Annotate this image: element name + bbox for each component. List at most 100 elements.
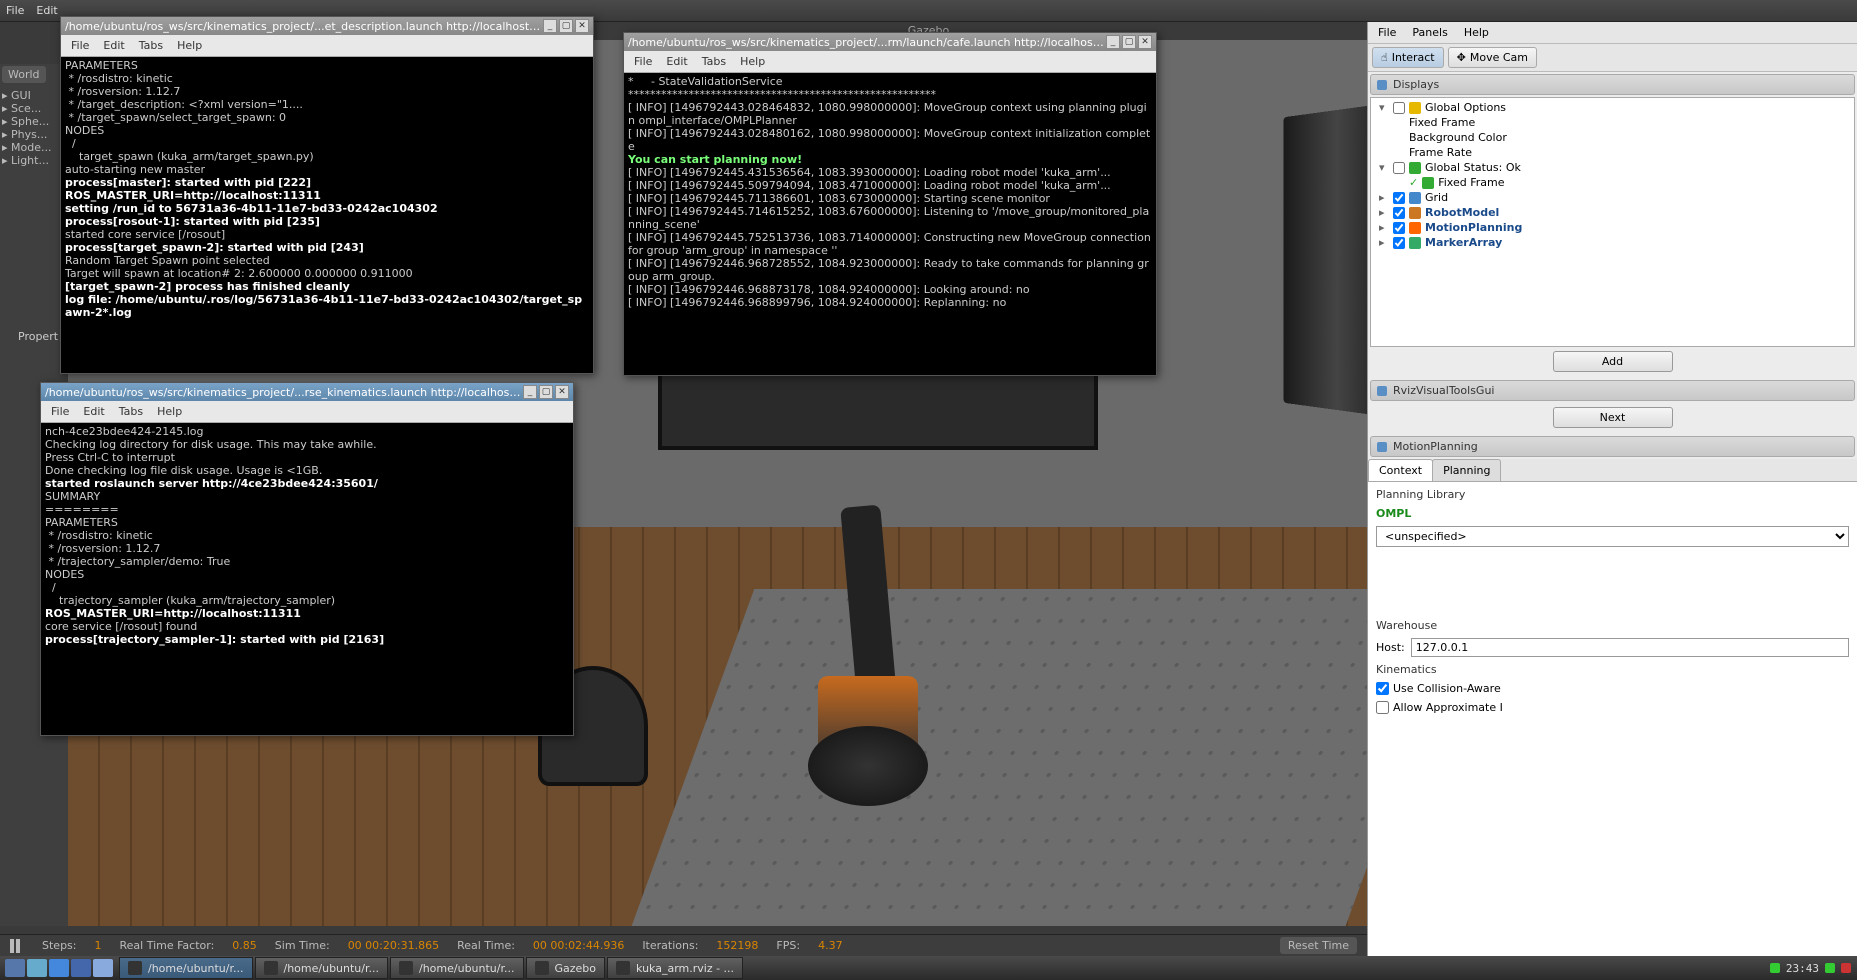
- display-checkbox[interactable]: [1393, 237, 1405, 249]
- maximize-icon[interactable]: ▢: [559, 19, 573, 33]
- term-edit[interactable]: Edit: [666, 55, 687, 68]
- gazebo-tree-item[interactable]: ▸ Phys...: [2, 128, 66, 141]
- taskbar-item[interactable]: /home/ubuntu/r...: [255, 957, 389, 979]
- display-checkbox[interactable]: [1393, 207, 1405, 219]
- term2-titlebar[interactable]: /home/ubuntu/ros_ws/src/kinematics_proje…: [41, 383, 573, 401]
- launcher-icon[interactable]: [93, 959, 113, 977]
- expand-icon[interactable]: ▾: [1379, 101, 1389, 114]
- launcher-icon[interactable]: [27, 959, 47, 977]
- display-item[interactable]: ▸Grid: [1373, 190, 1852, 205]
- pause-icon[interactable]: [10, 939, 24, 953]
- term1-output[interactable]: PARAMETERS * /rosdistro: kinetic * /rosv…: [61, 57, 593, 373]
- term-help[interactable]: Help: [177, 39, 202, 52]
- collision-check[interactable]: [1376, 682, 1389, 695]
- display-label: RobotModel: [1425, 206, 1499, 219]
- display-checkbox[interactable]: [1393, 102, 1405, 114]
- display-item[interactable]: ✓Fixed Frame: [1373, 175, 1852, 190]
- term3-output[interactable]: * - StateValidationService**************…: [624, 73, 1156, 375]
- term-edit[interactable]: Edit: [83, 405, 104, 418]
- collision-aware-checkbox[interactable]: Use Collision-Aware: [1376, 682, 1849, 695]
- taskbar-item[interactable]: /home/ubuntu/r...: [390, 957, 524, 979]
- interact-button[interactable]: ☝ Interact: [1372, 47, 1444, 68]
- term2-output[interactable]: nch-4ce23bdee424-2145.logChecking log di…: [41, 423, 573, 735]
- displays-tree[interactable]: ▾Global OptionsFixed FrameBackground Col…: [1370, 97, 1855, 347]
- terminal-line: * /rosdistro: kinetic: [65, 72, 589, 85]
- gazebo-world-tab[interactable]: World: [2, 66, 46, 83]
- minimize-icon[interactable]: _: [523, 385, 537, 399]
- reset-time-button[interactable]: Reset Time: [1280, 937, 1357, 954]
- term3-titlebar[interactable]: /home/ubuntu/ros_ws/src/kinematics_proje…: [624, 33, 1156, 51]
- term-file[interactable]: File: [71, 39, 89, 52]
- gazebo-tree-item[interactable]: ▸ Light...: [2, 154, 66, 167]
- planner-select[interactable]: <unspecified>: [1376, 526, 1849, 547]
- mp-body: Planning Library OMPL <unspecified> Ware…: [1368, 482, 1857, 956]
- term-help[interactable]: Help: [740, 55, 765, 68]
- status-led-red[interactable]: [1841, 963, 1851, 973]
- term-file[interactable]: File: [51, 405, 69, 418]
- display-item[interactable]: ▾Global Status: Ok: [1373, 160, 1852, 175]
- minimize-icon[interactable]: _: [1106, 35, 1120, 49]
- gazebo-tree-item[interactable]: ▸ Mode...: [2, 141, 66, 154]
- display-checkbox[interactable]: [1393, 162, 1405, 174]
- terminal-line: * /rosversion: 1.12.7: [65, 85, 589, 98]
- terminal-window-1[interactable]: /home/ubuntu/ros_ws/src/kinematics_proje…: [60, 16, 594, 374]
- launcher-icon[interactable]: [71, 959, 91, 977]
- gazebo-tree-item[interactable]: ▸ GUI: [2, 89, 66, 102]
- next-button[interactable]: Next: [1553, 407, 1673, 428]
- rviz-visual-tools-header[interactable]: RvizVisualToolsGui: [1370, 380, 1855, 401]
- term-edit[interactable]: Edit: [103, 39, 124, 52]
- display-item[interactable]: Background Color: [1373, 130, 1852, 145]
- minimize-icon[interactable]: _: [543, 19, 557, 33]
- tab-planning[interactable]: Planning: [1432, 459, 1501, 481]
- expand-icon[interactable]: ▾: [1379, 161, 1389, 174]
- displays-header[interactable]: Displays: [1370, 74, 1855, 95]
- gazebo-status-bar: Steps: 1 Real Time Factor: 0.85 Sim Time…: [0, 934, 1367, 956]
- close-icon[interactable]: ✕: [555, 385, 569, 399]
- display-item[interactable]: ▸ RobotModel: [1373, 205, 1852, 220]
- taskbar-item[interactable]: Gazebo: [526, 957, 606, 979]
- close-icon[interactable]: ✕: [575, 19, 589, 33]
- term-file[interactable]: File: [634, 55, 652, 68]
- rviz-panels[interactable]: Panels: [1412, 26, 1447, 39]
- rviz-file[interactable]: File: [1378, 26, 1396, 39]
- menu-edit[interactable]: Edit: [36, 4, 57, 17]
- rviz-help[interactable]: Help: [1464, 26, 1489, 39]
- motion-planning-header[interactable]: MotionPlanning: [1370, 436, 1855, 457]
- display-item[interactable]: ▾Global Options: [1373, 100, 1852, 115]
- term-help[interactable]: Help: [157, 405, 182, 418]
- display-item[interactable]: ▸MotionPlanning: [1373, 220, 1852, 235]
- term-tabs[interactable]: Tabs: [702, 55, 726, 68]
- maximize-icon[interactable]: ▢: [539, 385, 553, 399]
- maximize-icon[interactable]: ▢: [1122, 35, 1136, 49]
- gazebo-tree-item[interactable]: ▸ Sce...: [2, 102, 66, 115]
- launcher-icon[interactable]: [5, 959, 25, 977]
- host-input[interactable]: [1411, 638, 1849, 657]
- display-checkbox[interactable]: [1393, 222, 1405, 234]
- expand-icon[interactable]: ▸: [1379, 206, 1389, 219]
- menu-file[interactable]: File: [6, 4, 24, 17]
- system-tray: 23:43: [1764, 962, 1857, 975]
- term-tabs[interactable]: Tabs: [119, 405, 143, 418]
- display-item[interactable]: Frame Rate: [1373, 145, 1852, 160]
- gazebo-tree-item[interactable]: ▸ Sphe...: [2, 115, 66, 128]
- expand-icon[interactable]: ▸: [1379, 236, 1389, 249]
- term1-titlebar[interactable]: /home/ubuntu/ros_ws/src/kinematics_proje…: [61, 17, 593, 35]
- display-checkbox[interactable]: [1393, 192, 1405, 204]
- tab-context[interactable]: Context: [1368, 459, 1433, 481]
- approx-ik-checkbox[interactable]: Allow Approximate I: [1376, 701, 1849, 714]
- terminal-window-2[interactable]: /home/ubuntu/ros_ws/src/kinematics_proje…: [40, 382, 574, 736]
- terminal-window-3[interactable]: /home/ubuntu/ros_ws/src/kinematics_proje…: [623, 32, 1157, 376]
- gazebo-world-tree[interactable]: ▸ GUI▸ Sce...▸ Sphe...▸ Phys...▸ Mode...…: [0, 85, 68, 171]
- approx-check[interactable]: [1376, 701, 1389, 714]
- taskbar-item[interactable]: kuka_arm.rviz - ...: [607, 957, 743, 979]
- move-camera-button[interactable]: ✥ Move Cam: [1448, 47, 1537, 68]
- display-item[interactable]: Fixed Frame: [1373, 115, 1852, 130]
- launcher-icon[interactable]: [49, 959, 69, 977]
- term-tabs[interactable]: Tabs: [139, 39, 163, 52]
- taskbar-item[interactable]: /home/ubuntu/r...: [119, 957, 253, 979]
- close-icon[interactable]: ✕: [1138, 35, 1152, 49]
- display-item[interactable]: ▸MarkerArray: [1373, 235, 1852, 250]
- add-button[interactable]: Add: [1553, 351, 1673, 372]
- expand-icon[interactable]: ▸: [1379, 191, 1389, 204]
- expand-icon[interactable]: ▸: [1379, 221, 1389, 234]
